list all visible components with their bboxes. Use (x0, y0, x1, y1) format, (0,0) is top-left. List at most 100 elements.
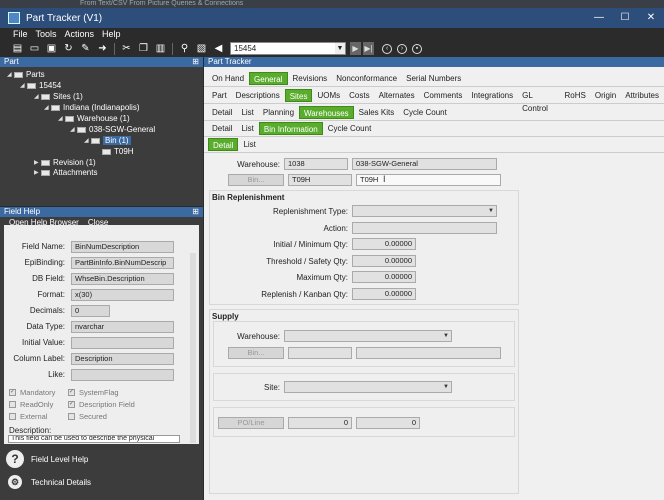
po-number-field[interactable]: 0 (288, 417, 352, 429)
tab-site-cycle-count[interactable]: Cycle Count (399, 106, 451, 119)
tab-descriptions[interactable]: Descriptions (232, 89, 284, 102)
bin-button[interactable]: Bin... (228, 174, 284, 186)
tab-planning[interactable]: Planning (259, 106, 298, 119)
tree-node-part[interactable]: ◢ 15454 (20, 81, 61, 90)
po-line-field[interactable]: 0 (356, 417, 420, 429)
technical-details-item[interactable]: ⚙ Technical Details (6, 475, 91, 489)
collapse-icon[interactable]: ◢ (84, 137, 91, 144)
tab-alternates[interactable]: Alternates (375, 89, 419, 102)
help-scrollbar[interactable] (190, 253, 196, 443)
maximum-qty-field[interactable]: 0.00000 (352, 271, 416, 283)
warehouse-description-field[interactable]: 038-SGW-General (352, 158, 497, 170)
tab-revisions[interactable]: Revisions (289, 72, 332, 85)
collapse-icon[interactable]: ◢ (34, 93, 41, 100)
safety-qty-field[interactable]: 0.00000 (352, 255, 416, 267)
cut-icon[interactable]: ✂ (121, 43, 132, 54)
tab-sites[interactable]: Sites (284, 88, 313, 102)
tab-rohs[interactable]: RoHS (561, 89, 590, 102)
tab-integrations[interactable]: Integrations (467, 89, 517, 102)
menu-file[interactable]: File (13, 29, 28, 39)
field-level-help-item[interactable]: ? Field Level Help (6, 450, 88, 468)
tab-site-list[interactable]: List (237, 106, 257, 119)
kanban-qty-field[interactable]: 0.00000 (352, 288, 416, 300)
tab-uoms[interactable]: UOMs (313, 89, 344, 102)
tree-node-revision[interactable]: ▶ Revision (1) (34, 158, 96, 167)
clear-icon[interactable]: ✎ (80, 43, 91, 54)
bin-code-field[interactable]: T09H (288, 174, 352, 186)
pin-icon[interactable]: ⊞ (192, 207, 199, 217)
menu-actions[interactable]: Actions (65, 29, 95, 39)
supply-warehouse-select[interactable]: ▼ (284, 330, 452, 342)
tab-bin-list[interactable]: List (239, 138, 259, 151)
replenishment-type-select[interactable]: ▼ (352, 205, 497, 217)
tab-attributes[interactable]: Attributes (621, 89, 663, 102)
minimum-qty-field[interactable]: 0.00000 (352, 238, 416, 250)
menu-tools[interactable]: Tools (36, 29, 57, 39)
collapse-icon[interactable]: ◢ (44, 104, 51, 111)
tree-node-warehouse-folder[interactable]: ◢ Warehouse (1) (58, 114, 130, 123)
tab-warehouses[interactable]: Warehouses (299, 105, 354, 119)
part-key-combo[interactable]: 15454 ▼ (230, 42, 346, 55)
next-record-icon[interactable]: ▶ (350, 42, 361, 55)
next-icon[interactable]: ➜ (97, 43, 108, 54)
chevron-down-icon[interactable]: ▼ (488, 206, 494, 216)
minimize-button[interactable]: — (586, 8, 612, 28)
menu-help[interactable]: Help (102, 29, 121, 39)
collapse-icon[interactable]: ◢ (70, 126, 77, 133)
tab-origin[interactable]: Origin (591, 89, 620, 102)
tab-warehouse-detail[interactable]: Detail (208, 122, 236, 135)
tab-cycle-count[interactable]: Cycle Count (324, 122, 376, 135)
refresh-icon[interactable]: ↻ (63, 43, 74, 54)
tab-sales-kits[interactable]: Sales Kits (355, 106, 399, 119)
search-icon[interactable]: ⚲ (179, 43, 190, 54)
forward-icon[interactable]: › (397, 43, 407, 54)
tab-costs[interactable]: Costs (345, 89, 373, 102)
tab-gl-control[interactable]: GL Control (518, 89, 559, 113)
tab-warehouse-list[interactable]: List (237, 122, 257, 135)
collapse-icon[interactable]: ◢ (7, 71, 14, 78)
chevron-down-icon[interactable]: ▼ (443, 331, 449, 341)
tree-node-site[interactable]: ◢ Indiana (Indianapolis) (44, 103, 140, 112)
maximize-button[interactable]: ☐ (612, 8, 638, 28)
supply-bin-button[interactable]: Bin... (228, 347, 284, 359)
tree-node-sites[interactable]: ◢ Sites (1) (34, 92, 83, 101)
tab-bin-detail[interactable]: Detail (208, 137, 239, 151)
stop-icon[interactable]: ▪ (412, 43, 422, 54)
tree-node-bin[interactable]: T09H (102, 147, 134, 156)
collapse-icon[interactable]: ◢ (58, 115, 65, 122)
expand-icon[interactable]: ▶ (34, 169, 41, 176)
po-line-button[interactable]: PO/Line (218, 417, 284, 429)
tab-site-detail[interactable]: Detail (208, 106, 236, 119)
tree-node-attachments[interactable]: ▶ Attachments (34, 168, 97, 177)
supply-site-select[interactable]: ▼ (284, 381, 452, 393)
pin-icon[interactable]: ⊞ (192, 57, 199, 67)
supply-bin-description-field[interactable] (356, 347, 501, 359)
expand-icon[interactable]: ▶ (34, 159, 41, 166)
folder-icon[interactable]: ▭ (29, 43, 40, 54)
tree-node-parts[interactable]: ◢ Parts (7, 70, 45, 79)
tab-nonconformance[interactable]: Nonconformance (332, 72, 401, 85)
open-icon[interactable]: ▤ (12, 43, 23, 54)
tab-serial-numbers[interactable]: Serial Numbers (402, 72, 465, 85)
tree-node-warehouse[interactable]: ◢ 038-SGW-General (70, 125, 155, 134)
last-record-icon[interactable]: ▶| (363, 42, 374, 55)
collapse-icon[interactable]: ◢ (20, 82, 27, 89)
warehouse-code-field[interactable]: 1038 (284, 158, 348, 170)
previous-icon[interactable]: ◀ (213, 43, 224, 54)
tab-comments[interactable]: Comments (420, 89, 467, 102)
tree-node-bin-folder[interactable]: ◢ Bin (1) (84, 136, 131, 145)
close-button[interactable]: ✕ (638, 8, 664, 28)
tab-on-hand[interactable]: On Hand (208, 72, 248, 85)
chevron-down-icon[interactable]: ▼ (335, 43, 345, 54)
tab-general[interactable]: General (249, 71, 288, 85)
supply-bin-code-field[interactable] (288, 347, 352, 359)
tab-bin-information[interactable]: Bin Information (258, 121, 323, 135)
copy-icon[interactable]: ❐ (138, 43, 149, 54)
paste-icon[interactable]: ▥ (155, 43, 166, 54)
bin-description-field[interactable]: T09H (356, 174, 501, 186)
save-icon[interactable]: ▣ (46, 43, 57, 54)
attach-icon[interactable]: ▧ (196, 43, 207, 54)
back-icon[interactable]: ‹ (382, 43, 392, 54)
tab-part[interactable]: Part (208, 89, 231, 102)
chevron-down-icon[interactable]: ▼ (443, 382, 449, 392)
